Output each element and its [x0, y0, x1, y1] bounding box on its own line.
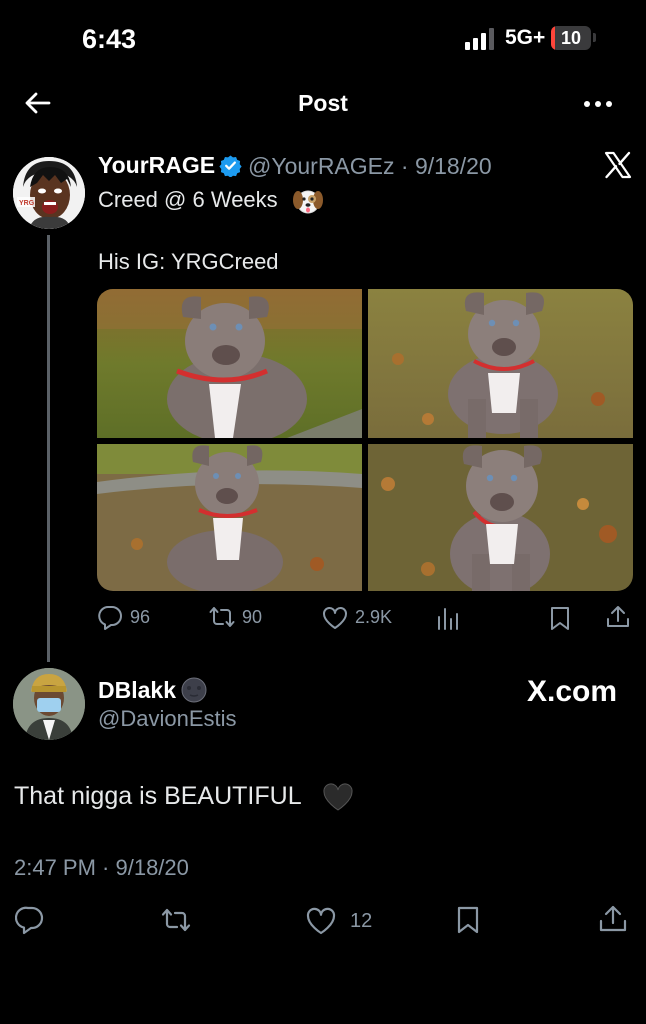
share-icon[interactable] [598, 904, 628, 934]
reply-icon[interactable] [97, 604, 123, 630]
puppy-photo-1[interactable] [97, 289, 362, 438]
reply-timestamp: 2:47 PM · 9/18/20 [14, 855, 189, 880]
avatar-dblakk[interactable] [13, 668, 85, 740]
puppy-photo-2[interactable] [368, 289, 633, 438]
reply-like-count: 12 [350, 910, 373, 932]
bookmark-icon[interactable] [453, 905, 483, 935]
status-time: 6:43 [82, 24, 137, 54]
share-icon[interactable] [605, 604, 631, 630]
post-text-line2: His IG: YRGCreed [98, 249, 279, 274]
battery-tip [593, 33, 596, 42]
author-handle-date[interactable]: @YourRAGEz · 9/18/20 [248, 153, 492, 180]
battery-level: 10 [560, 28, 582, 48]
svg-text:YRG: YRG [19, 200, 35, 207]
dog-face-emoji-icon [293, 190, 323, 214]
like-count: 2.9K [355, 607, 393, 627]
avatar-yourrage[interactable]: YRG [13, 157, 85, 229]
thread-line [47, 235, 50, 662]
x-logo-icon [604, 151, 632, 179]
profile-photo-image [13, 668, 85, 740]
media-grid[interactable] [97, 289, 633, 591]
bookmark-icon[interactable] [547, 605, 573, 631]
reply-text: That nigga is BEAUTIFUL [14, 782, 302, 810]
puppy-photo-3[interactable] [97, 444, 362, 591]
verified-badge-icon [219, 155, 242, 177]
x-watermark: X.com [527, 675, 618, 708]
author-name[interactable]: YourRAGE [98, 152, 215, 179]
heart-icon[interactable] [322, 605, 348, 631]
repost-icon[interactable] [209, 604, 235, 630]
post-text-line1: Creed @ 6 Weeks [98, 187, 278, 212]
network-type: 5G+ [505, 26, 546, 49]
battery-icon: 10 [551, 26, 591, 50]
black-heart-emoji-icon [323, 783, 353, 811]
reply-icon[interactable] [15, 905, 45, 935]
more-horizontal-icon[interactable] [582, 92, 614, 116]
repost-count: 90 [242, 607, 263, 627]
heart-icon[interactable] [306, 906, 336, 936]
puppy-photo-4[interactable] [368, 444, 633, 591]
reply-author-name[interactable]: DBlakk [98, 677, 176, 704]
analytics-icon[interactable] [435, 605, 461, 631]
cartoon-avatar-image: YRG [13, 157, 85, 229]
reply-author-handle[interactable]: @DavionEstis [98, 706, 237, 732]
page-title: Post [298, 90, 348, 116]
reply-count: 96 [130, 607, 151, 627]
repost-icon[interactable] [161, 905, 191, 935]
cell-signal-icon [465, 28, 494, 50]
new-moon-face-emoji-icon [181, 677, 207, 703]
